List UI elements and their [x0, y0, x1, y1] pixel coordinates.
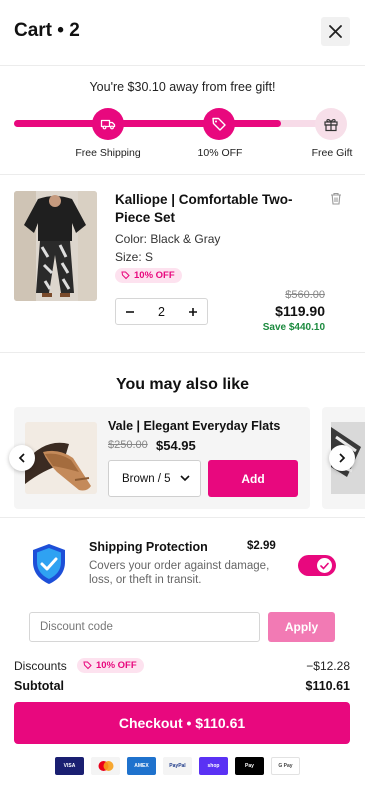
summary-discount-badge: 10% OFF — [77, 658, 144, 673]
gift-icon — [324, 119, 338, 132]
discount-badge-label: 10% OFF — [134, 270, 175, 281]
gift-progress-fill — [14, 120, 282, 127]
carousel-prev-button[interactable] — [9, 445, 35, 471]
product-title[interactable]: Kalliope | Comfortable Two-Piece Set — [115, 191, 315, 227]
amex-icon: AMEX — [127, 757, 156, 775]
google-pay-icon: G Pay — [271, 757, 300, 775]
truck-icon — [100, 119, 116, 130]
chevron-left-icon — [18, 453, 25, 463]
variant-select-value: Brown / 5 — [122, 472, 171, 485]
milestone-label: Free Gift — [311, 147, 353, 159]
divider — [0, 174, 365, 175]
subtotal-label: Subtotal — [14, 679, 64, 693]
variant-select[interactable]: Brown / 5 — [108, 460, 201, 497]
original-price: $560.00 — [285, 289, 325, 301]
free-gift-message: You're $30.10 away from free gift! — [89, 80, 276, 94]
discounts-value: −$12.28 — [306, 659, 350, 673]
close-button[interactable] — [321, 17, 350, 46]
divider — [0, 352, 365, 353]
milestone-label: Free Shipping — [75, 147, 141, 159]
product-image[interactable] — [14, 191, 97, 301]
shipping-protection-price: $2.99 — [247, 540, 276, 552]
increase-quantity-button[interactable] — [179, 299, 207, 324]
shield-icon — [29, 542, 69, 591]
item-price: $119.90 — [275, 303, 325, 319]
add-to-cart-button[interactable]: Add — [208, 460, 298, 497]
recommendation-price: $54.95 — [156, 438, 196, 453]
milestone-label: 10% OFF — [197, 147, 243, 159]
cart-title: Cart • 2 — [14, 20, 80, 41]
apple-pay-icon: Pay — [235, 757, 264, 775]
remove-item-button[interactable] — [330, 192, 342, 210]
apply-discount-button[interactable]: Apply — [268, 612, 335, 642]
payment-methods: VISA AMEX PayPal shop Pay G Pay — [55, 757, 300, 775]
discount-code-input[interactable] — [29, 612, 260, 642]
tag-icon — [83, 661, 92, 670]
subtotal-value: $110.61 — [305, 679, 351, 693]
chevron-down-icon — [180, 475, 190, 482]
summary-discount-badge-label: 10% OFF — [96, 660, 137, 671]
decrease-quantity-button[interactable] — [116, 299, 144, 324]
recommendation-title[interactable]: Vale | Elegant Everyday Flats — [108, 419, 280, 433]
checkout-button[interactable]: Checkout • $110.61 — [14, 702, 350, 744]
trash-icon — [331, 192, 341, 205]
carousel-next-button[interactable] — [329, 445, 355, 471]
tag-icon — [121, 271, 130, 280]
recommendations-heading: You may also like — [115, 376, 250, 393]
check-icon — [320, 562, 329, 570]
milestone-10-off — [203, 108, 235, 140]
discount-badge: 10% OFF — [115, 268, 182, 283]
shipping-protection-description: Covers your order against damage, loss, … — [89, 560, 270, 586]
close-icon — [329, 25, 342, 38]
product-color: Color: Black & Gray — [115, 232, 221, 246]
minus-icon — [126, 310, 134, 313]
visa-icon: VISA — [55, 757, 84, 775]
milestone-free-gift — [315, 108, 347, 140]
shipping-protection-toggle[interactable] — [298, 555, 336, 576]
recommendation-card: Vale | Elegant Everyday Flats $250.00 $5… — [14, 407, 310, 509]
discounts-label: Discounts — [14, 659, 67, 673]
recommendation-image[interactable] — [25, 422, 97, 494]
product-size: Size: S — [115, 250, 154, 264]
quantity-value[interactable]: 2 — [144, 305, 179, 319]
milestone-free-shipping — [92, 108, 124, 140]
toggle-knob — [317, 558, 332, 573]
recommendation-original-price: $250.00 — [108, 439, 148, 451]
shipping-protection-title: Shipping Protection — [89, 540, 208, 554]
shop-pay-icon: shop — [199, 757, 228, 775]
tag-icon — [212, 117, 226, 131]
cart-header: Cart • 2 — [0, 0, 365, 66]
paypal-icon: PayPal — [163, 757, 192, 775]
quantity-stepper: 2 — [115, 298, 208, 325]
plus-icon — [189, 307, 197, 316]
savings-text: Save $440.10 — [262, 322, 325, 333]
mastercard-icon — [91, 757, 120, 775]
chevron-right-icon — [339, 453, 346, 463]
